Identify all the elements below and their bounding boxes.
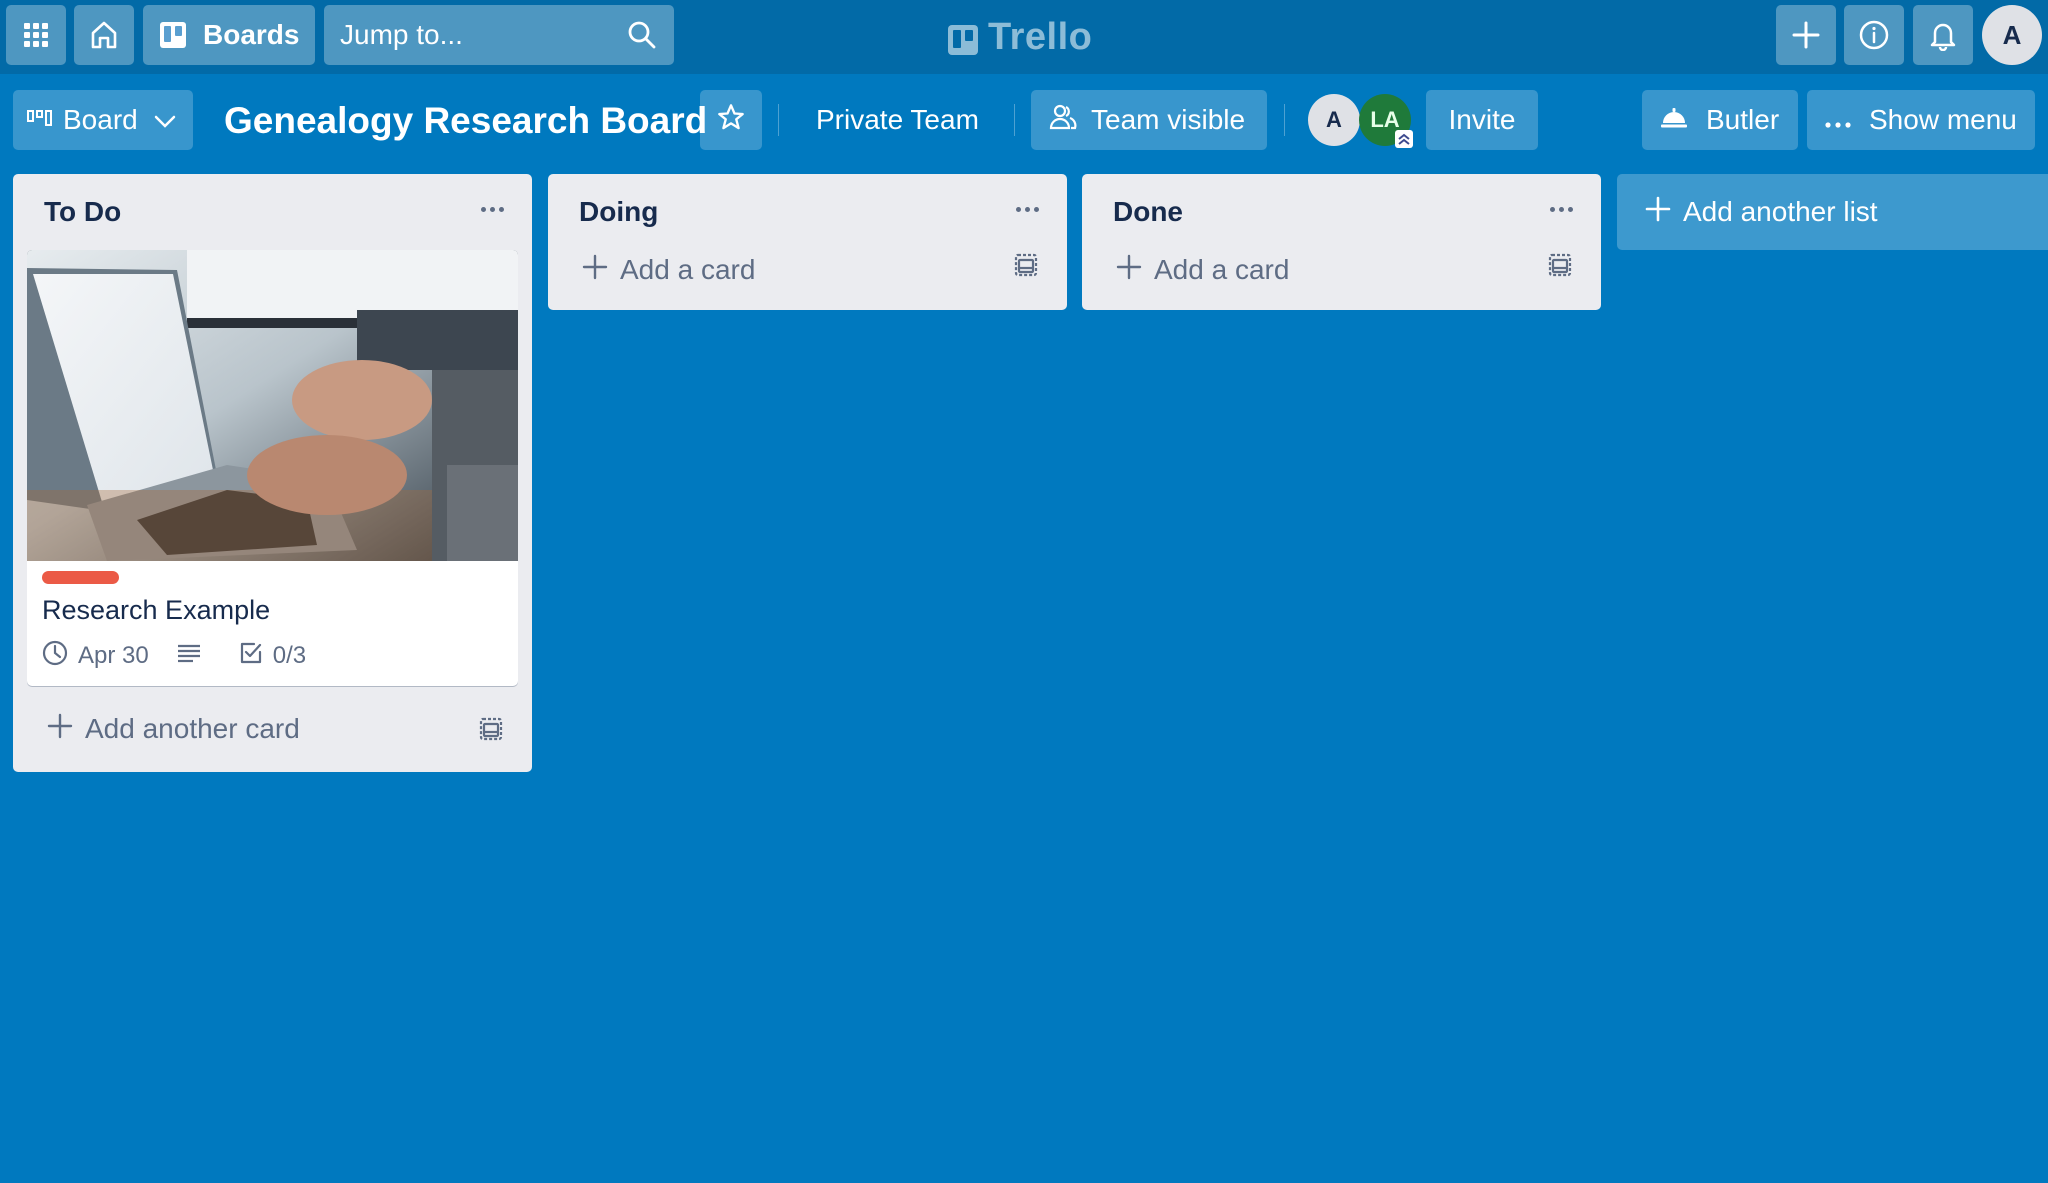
member-initials: LA: [1370, 107, 1400, 132]
search-icon[interactable]: [626, 19, 658, 51]
member-initials: A: [1326, 107, 1342, 132]
admin-chevrons-icon: [1395, 130, 1413, 148]
trello-logo-text: Trello: [988, 15, 1093, 58]
due-date-badge[interactable]: Apr 30: [42, 640, 149, 673]
plus-icon: [1645, 196, 1671, 229]
star-icon: [717, 103, 745, 138]
apps-grid-icon: [23, 22, 49, 48]
checklist-count: 0/3: [272, 642, 307, 669]
card-cover-image: [27, 250, 518, 561]
header-divider: [1014, 104, 1015, 136]
boards-button[interactable]: Boards: [143, 5, 315, 65]
bell-icon: [1928, 19, 1958, 51]
list-done: Done Add a card: [1082, 174, 1601, 310]
header-divider: [1284, 104, 1285, 136]
create-button[interactable]: [1776, 5, 1836, 65]
board-view-icon: [27, 104, 53, 136]
add-list-button[interactable]: Add another list: [1617, 174, 2048, 250]
add-card-label: Add a card: [620, 254, 756, 285]
trello-logo[interactable]: Trello: [948, 12, 1092, 62]
list-title[interactable]: To Do: [44, 196, 121, 228]
trello-logo-icon: [948, 22, 978, 55]
chevron-down-icon: [154, 104, 176, 136]
list-title[interactable]: Doing: [579, 196, 658, 228]
info-button[interactable]: [1844, 5, 1904, 65]
plus-icon: [582, 254, 608, 287]
show-menu-label: Show menu: [1869, 104, 2017, 135]
card-research-example[interactable]: Research Example Apr 30 0/3: [27, 250, 518, 686]
due-date-text: Apr 30: [78, 642, 149, 669]
board-title[interactable]: Genealogy Research Board: [224, 96, 707, 146]
more-horizontal-icon: [1825, 104, 1851, 136]
home-button[interactable]: [74, 5, 134, 65]
butler-button[interactable]: Butler: [1642, 90, 1798, 150]
team-label: Private Team: [816, 104, 979, 135]
card-badges: Apr 30 0/3: [42, 640, 503, 672]
plus-icon: [1116, 254, 1142, 287]
member-avatar[interactable]: A: [1308, 94, 1360, 146]
user-avatar[interactable]: A: [1982, 5, 2042, 65]
checklist-icon: [239, 641, 273, 672]
plus-icon: [1791, 20, 1821, 50]
card-template-icon[interactable]: [1547, 252, 1573, 285]
top-navigation-bar: Boards Trello: [0, 0, 2048, 74]
add-card-button[interactable]: Add another card: [13, 686, 532, 772]
add-card-label: Add a card: [1154, 254, 1290, 285]
list-doing: Doing Add a card: [548, 174, 1067, 310]
add-card-button[interactable]: Add a card: [1082, 240, 1601, 310]
invite-label: Invite: [1448, 104, 1516, 135]
notifications-button[interactable]: [1913, 5, 1973, 65]
search-box[interactable]: [324, 5, 674, 65]
description-badge: [177, 642, 211, 670]
checklist-badge: 0/3: [239, 641, 306, 672]
butler-bell-icon: [1660, 104, 1688, 136]
butler-label: Butler: [1706, 104, 1780, 135]
card-template-icon[interactable]: [478, 716, 504, 749]
list-header: To Do: [13, 174, 532, 250]
plus-icon: [47, 713, 73, 746]
boards-label: Boards: [203, 19, 300, 50]
card-template-icon[interactable]: [1013, 252, 1039, 285]
star-board-button[interactable]: [700, 90, 762, 150]
list-menu-button[interactable]: [1009, 194, 1045, 224]
board-view-switcher[interactable]: Board: [13, 90, 193, 150]
add-card-label: Add another card: [85, 713, 300, 744]
board-view-label: Board: [63, 104, 138, 135]
clock-icon: [42, 640, 78, 673]
list-menu-button[interactable]: [474, 194, 510, 224]
card-title: Research Example: [42, 595, 271, 625]
apps-button[interactable]: [6, 5, 66, 65]
description-icon: [177, 642, 211, 670]
team-visible-icon: [1049, 103, 1077, 138]
member-avatar[interactable]: LA: [1359, 94, 1413, 148]
info-icon: [1858, 19, 1890, 51]
list-title[interactable]: Done: [1113, 196, 1183, 228]
header-divider: [778, 104, 779, 136]
list-header: Done: [1082, 174, 1601, 250]
list-to-do: To Do Research Example Apr 30 0/3 Add an…: [13, 174, 532, 772]
visibility-label: Team visible: [1091, 104, 1246, 135]
list-header: Doing: [548, 174, 1067, 250]
add-card-button[interactable]: Add a card: [548, 240, 1067, 310]
search-input[interactable]: [340, 19, 600, 51]
list-menu-button[interactable]: [1543, 194, 1579, 224]
invite-button[interactable]: Invite: [1426, 90, 1538, 150]
home-icon: [88, 19, 120, 51]
card-body: Research Example Apr 30 0/3: [27, 561, 518, 686]
add-list-label: Add another list: [1683, 196, 1878, 227]
team-button[interactable]: Private Team: [800, 90, 995, 150]
boards-icon: [159, 21, 187, 49]
visibility-button[interactable]: Team visible: [1031, 90, 1267, 150]
card-label-red[interactable]: [42, 571, 119, 584]
show-menu-button[interactable]: Show menu: [1807, 90, 2035, 150]
